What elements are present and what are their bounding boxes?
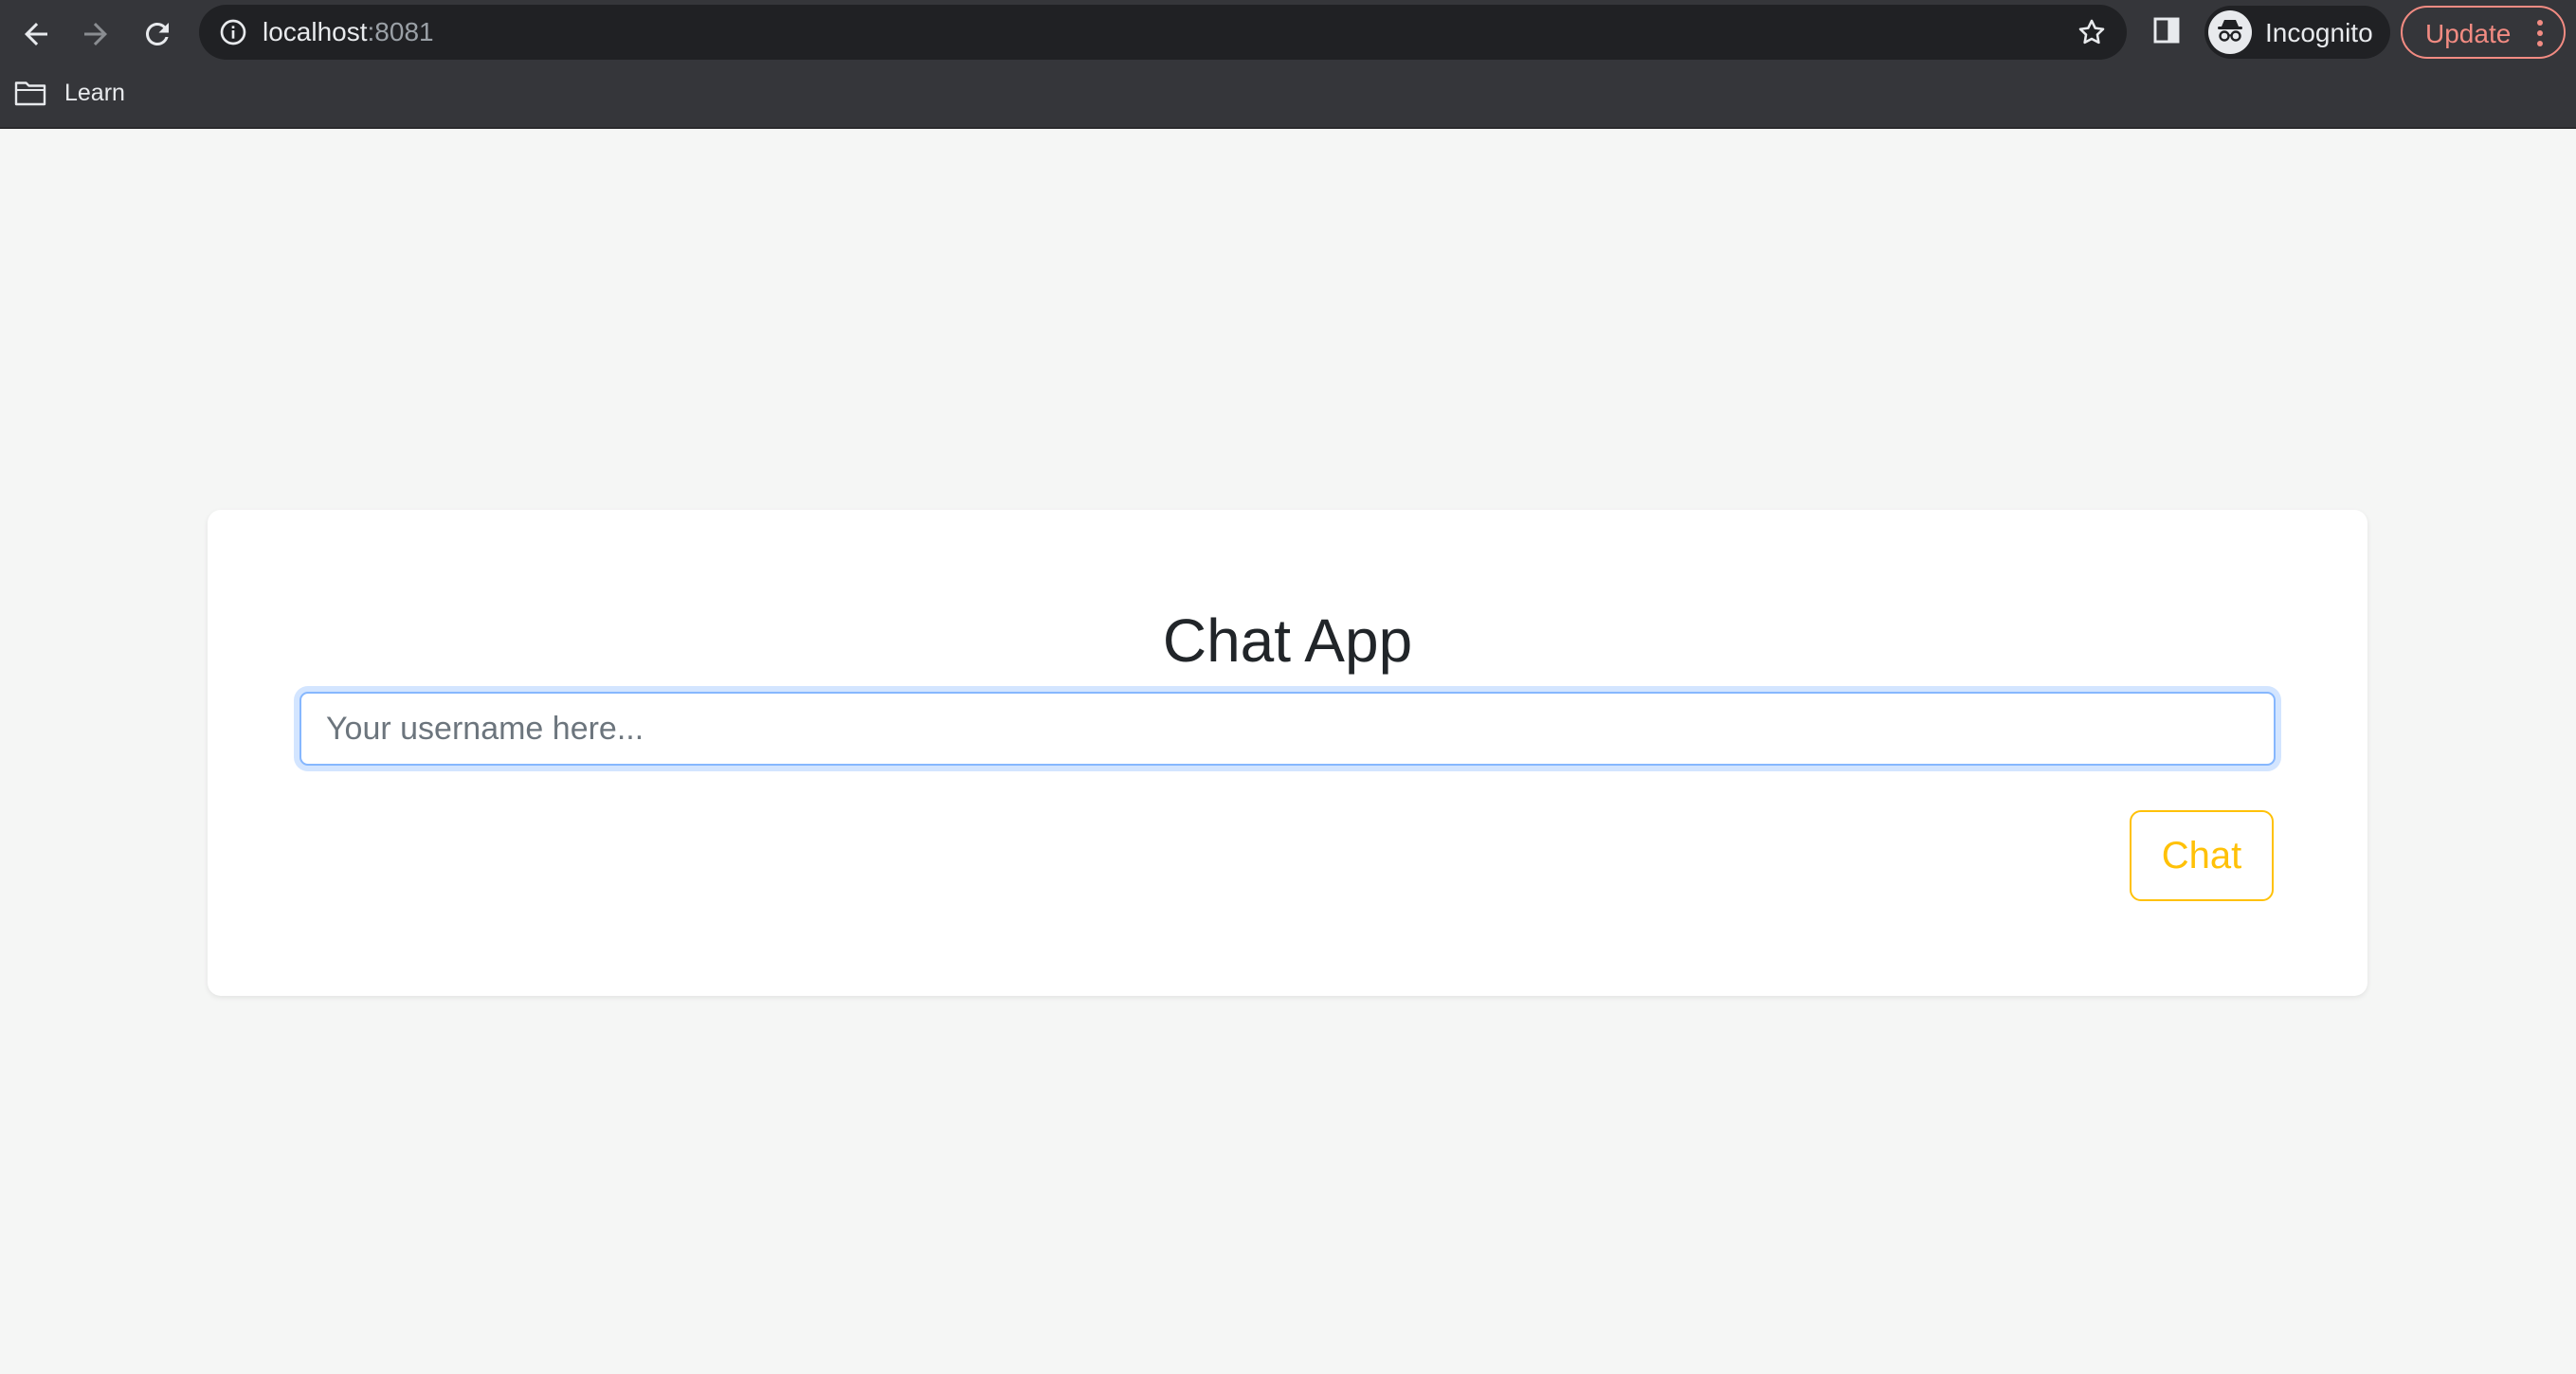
back-icon (25, 23, 47, 45)
side-panel-icon[interactable] (2151, 15, 2182, 45)
browser-toolbar: localhost:8081 Incognito Update Learn (0, 0, 2576, 129)
username-input[interactable] (299, 692, 2276, 766)
incognito-label: Incognito (2265, 18, 2373, 47)
bookmark-folder-learn[interactable]: Learn (13, 74, 125, 112)
incognito-profile-button[interactable]: Incognito (2204, 6, 2390, 59)
reload-button[interactable] (133, 9, 182, 59)
update-label: Update (2425, 19, 2512, 48)
incognito-icon (2218, 20, 2242, 42)
login-card: Chat App Chat (208, 510, 2367, 996)
info-icon[interactable] (218, 17, 248, 47)
forward-button[interactable] (71, 9, 120, 59)
forward-icon (84, 23, 107, 45)
back-button[interactable] (11, 9, 61, 59)
folder-icon (14, 81, 46, 106)
address-bar[interactable]: localhost:8081 (199, 5, 2127, 60)
page-title: Chat App (1162, 606, 1413, 675)
chat-button[interactable]: Chat (2130, 810, 2274, 901)
update-button[interactable]: Update (2401, 6, 2566, 59)
bookmark-label: Learn (64, 79, 125, 106)
more-vert-icon (2537, 20, 2543, 46)
reload-icon (146, 22, 169, 45)
url-port: :8081 (367, 17, 434, 46)
incognito-avatar (2208, 10, 2252, 54)
star-icon[interactable] (2076, 16, 2108, 48)
url-host: localhost (263, 17, 368, 46)
url-text: localhost:8081 (263, 18, 434, 46)
